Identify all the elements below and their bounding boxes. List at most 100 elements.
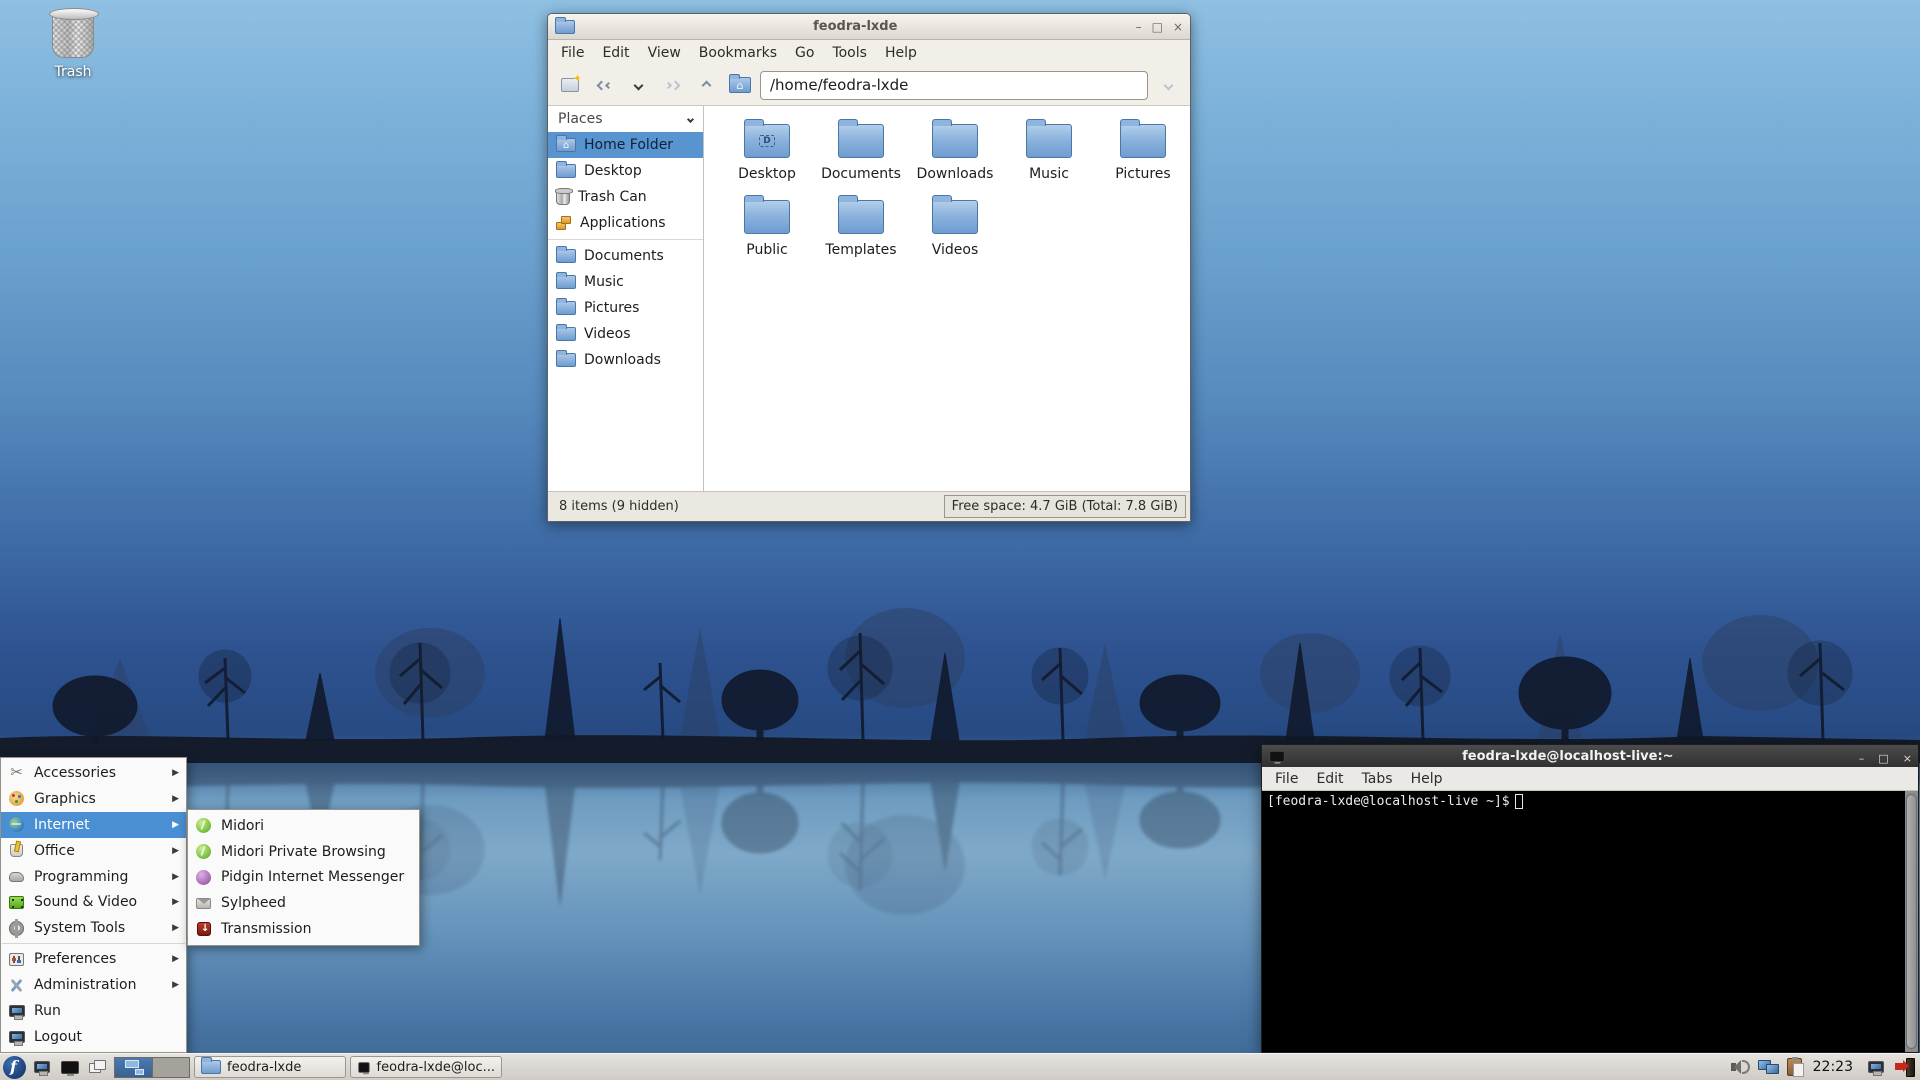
up-button[interactable] [692, 71, 720, 99]
forward-button[interactable] [658, 71, 686, 99]
terminal-menu-tabs[interactable]: Tabs [1353, 769, 1402, 789]
folder-item-desktop[interactable]: D Desktop [720, 116, 814, 192]
desktop-glyph: D [759, 135, 775, 147]
new-tab-button[interactable] [556, 71, 584, 99]
display-settings-tray-icon[interactable] [1864, 1055, 1888, 1079]
folder-item-pictures[interactable]: Pictures [1096, 116, 1190, 192]
menu-item-administration[interactable]: Administration ▶ [1, 972, 186, 998]
sidebar-item-applications[interactable]: Applications [548, 210, 703, 236]
terminal-scrollbar[interactable] [1905, 791, 1918, 1052]
submenu-item-label: Transmission [221, 921, 312, 938]
submenu-item-midori-private[interactable]: Midori Private Browsing [188, 839, 419, 865]
black-screen-icon [358, 1061, 370, 1074]
fm-menu-view[interactable]: View [639, 43, 690, 63]
terminal-minimize-button[interactable]: – [1859, 752, 1865, 765]
places-header[interactable]: Places [548, 106, 703, 132]
fm-titlebar[interactable]: feodra-lxde – □ × [548, 14, 1190, 40]
pager-desktop-1[interactable] [115, 1057, 152, 1077]
folder-icon [556, 246, 576, 263]
folder-item-music[interactable]: Music [1002, 116, 1096, 192]
clipboard-icon[interactable] [1786, 1057, 1804, 1077]
submenu-item-sylpheed[interactable]: Sylpheed [188, 890, 419, 916]
menu-item-graphics[interactable]: Graphics ▶ [1, 786, 186, 812]
home-button[interactable]: ⌂ [726, 71, 754, 99]
trash-label: Trash [54, 64, 92, 80]
graphics-icon [9, 791, 24, 807]
folder-item-templates[interactable]: Templates [814, 192, 908, 268]
fm-menu-tools[interactable]: Tools [823, 43, 876, 63]
minimize-all-button[interactable] [86, 1055, 110, 1079]
sidebar-item-documents[interactable]: Documents [548, 243, 703, 269]
back-button[interactable] [590, 71, 618, 99]
fm-menubar: File Edit View Bookmarks Go Tools Help [548, 40, 1190, 65]
fm-menu-bookmarks[interactable]: Bookmarks [690, 43, 786, 63]
fm-menu-file[interactable]: File [552, 43, 593, 63]
fm-folder-view[interactable]: D Desktop Documents Downloads Music Pict… [704, 106, 1190, 491]
fm-menu-go[interactable]: Go [786, 43, 823, 63]
folder-item-documents[interactable]: Documents [814, 116, 908, 192]
start-menu-button[interactable] [3, 1055, 26, 1079]
terminal-menu-file[interactable]: File [1266, 769, 1307, 789]
terminal-launcher[interactable] [58, 1055, 82, 1079]
fm-menu-edit[interactable]: Edit [593, 43, 638, 63]
folder-item-videos[interactable]: Videos [908, 192, 1002, 268]
fm-menu-help[interactable]: Help [876, 43, 926, 63]
menu-item-system-tools[interactable]: System Tools ▶ [1, 915, 186, 941]
sidebar-item-trash-can[interactable]: Trash Can [548, 184, 703, 210]
terminal-titlebar[interactable]: feodra-lxde@localhost-live:~ – □ × [1262, 745, 1918, 767]
taskbar-button-file-manager[interactable]: feodra-lxde [194, 1056, 346, 1078]
fm-maximize-button[interactable]: □ [1152, 21, 1163, 33]
terminal-close-button[interactable]: × [1903, 752, 1912, 765]
history-dropdown-button[interactable] [624, 71, 652, 99]
submenu-item-pidgin[interactable]: Pidgin Internet Messenger [188, 865, 419, 891]
taskbar-clock[interactable]: 22:23 [1813, 1059, 1853, 1075]
submenu-item-midori[interactable]: Midori [188, 813, 419, 839]
terminal-maximize-button[interactable]: □ [1878, 752, 1888, 765]
desktop-pager[interactable] [114, 1056, 190, 1078]
fm-toolbar: ⌂ /home/feodra-lxde [548, 65, 1190, 106]
sidebar-item-videos[interactable]: Videos [548, 321, 703, 347]
chevron-down-icon [633, 80, 643, 90]
menu-item-sound-video[interactable]: Sound & Video ▶ [1, 890, 186, 916]
sidebar-item-downloads[interactable]: Downloads [548, 347, 703, 373]
fm-close-button[interactable]: × [1173, 21, 1183, 33]
menu-item-label: Accessories [34, 764, 117, 781]
sidebar-item-desktop[interactable]: Desktop [548, 158, 703, 184]
sidebar-item-music[interactable]: Music [548, 269, 703, 295]
sidebar-item-pictures[interactable]: Pictures [548, 295, 703, 321]
terminal-menu-help[interactable]: Help [1402, 769, 1452, 789]
terminal-prompt: [feodra-lxde@localhost-live ~]$ [1267, 794, 1510, 809]
places-collapse-icon[interactable] [686, 115, 695, 123]
menu-item-internet[interactable]: Internet ▶ [1, 811, 186, 838]
logout-monitor-icon [8, 1031, 25, 1047]
menu-item-run[interactable]: Run [1, 998, 186, 1024]
fm-minimize-button[interactable]: – [1136, 21, 1142, 33]
folder-item-public[interactable]: Public [720, 192, 814, 268]
file-manager-launcher[interactable] [30, 1055, 54, 1079]
desktop-trash-icon[interactable]: Trash [28, 8, 118, 80]
menu-item-accessories[interactable]: ✂ Accessories ▶ [1, 760, 186, 786]
submenu-item-transmission[interactable]: Transmission [188, 916, 419, 942]
sidebar-item-home-folder[interactable]: ⌂ Home Folder [548, 132, 703, 158]
path-input[interactable]: /home/feodra-lxde [760, 70, 1148, 100]
terminal-output-area[interactable]: [feodra-lxde@localhost-live ~]$ [1262, 791, 1918, 1052]
menu-item-logout[interactable]: Logout [1, 1024, 186, 1050]
logout-tray-icon[interactable] [1895, 1057, 1915, 1077]
terminal-scrollbar-thumb[interactable] [1906, 794, 1917, 1049]
submenu-arrow-icon: ▶ [172, 871, 179, 882]
sound-video-icon [9, 895, 24, 909]
pager-desktop-2[interactable] [152, 1057, 189, 1077]
go-button[interactable] [1154, 71, 1182, 99]
menu-item-programming[interactable]: Programming ▶ [1, 864, 186, 890]
menu-item-preferences[interactable]: Preferences ▶ [1, 946, 186, 972]
folder-item-downloads[interactable]: Downloads [908, 116, 1002, 192]
taskbar-button-terminal[interactable]: feodra-lxde@loc... [350, 1056, 502, 1078]
submenu-arrow-icon: ▶ [172, 819, 179, 830]
start-menu: ✂ Accessories ▶ Graphics ▶ Internet ▶ Of… [0, 757, 187, 1053]
volume-icon[interactable] [1730, 1058, 1751, 1076]
terminal-menu-edit[interactable]: Edit [1307, 769, 1352, 789]
folder-icon [1026, 119, 1072, 158]
folder-label: Documents [821, 166, 901, 182]
menu-item-office[interactable]: Office ▶ [1, 838, 186, 864]
network-icon[interactable] [1757, 1059, 1780, 1076]
